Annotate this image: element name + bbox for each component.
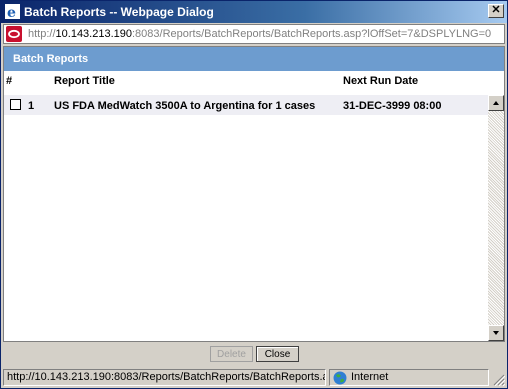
table-header: # Report Title Next Run Date	[4, 71, 504, 95]
column-header-report-title: Report Title	[54, 75, 115, 87]
address-rest: :8083/Reports/BatchReports/BatchReports.…	[132, 28, 492, 40]
globe-icon	[333, 371, 347, 385]
security-zone: Internet	[329, 369, 489, 386]
column-header-next-run-date: Next Run Date	[343, 75, 419, 87]
table-row: 1 US FDA MedWatch 3500A to Argentina for…	[4, 95, 488, 115]
address-url: http://10.143.213.190:8083/Reports/Batch…	[28, 28, 502, 40]
title-bar[interactable]: e Batch Reports -- Webpage Dialog ✕	[1, 1, 507, 23]
row-number: 1	[28, 100, 35, 112]
delete-button[interactable]: Delete	[210, 346, 253, 362]
arrow-down-icon	[493, 331, 499, 335]
row-report-title: US FDA MedWatch 3500A to Argentina for 1…	[54, 100, 316, 112]
row-next-run-date: 31-DEC-3999 08:00	[343, 100, 442, 112]
close-window-button[interactable]: ✕	[488, 4, 504, 18]
site-icon	[6, 26, 22, 42]
window-title: Batch Reports -- Webpage Dialog	[24, 5, 214, 19]
dialog-window: e Batch Reports -- Webpage Dialog ✕ http…	[0, 0, 508, 389]
column-header-number: #	[6, 75, 13, 87]
scroll-up-button[interactable]	[488, 95, 504, 111]
vertical-scrollbar[interactable]	[488, 95, 504, 341]
status-bar: http://10.143.213.190:8083/Reports/Batch…	[1, 367, 507, 388]
address-bar[interactable]: http://10.143.213.190:8083/Reports/Batch…	[3, 24, 505, 44]
svg-text:e: e	[7, 5, 16, 19]
row-select-checkbox[interactable]	[10, 99, 21, 110]
address-host: 10.143.213.190	[55, 28, 132, 40]
ie-icon: e	[5, 4, 20, 19]
scroll-down-button[interactable]	[488, 325, 504, 341]
address-prefix: http://	[28, 28, 56, 40]
arrow-up-icon	[493, 101, 499, 105]
section-title: Batch Reports	[13, 53, 89, 65]
zone-label: Internet	[351, 371, 389, 383]
section-header: Batch Reports	[4, 47, 504, 71]
status-url: http://10.143.213.190:8083/Reports/Batch…	[3, 369, 326, 386]
close-button[interactable]: Close	[256, 346, 299, 362]
content-area: Batch Reports # Report Title Next Run Da…	[3, 46, 505, 342]
resize-grip-icon[interactable]	[493, 374, 505, 386]
